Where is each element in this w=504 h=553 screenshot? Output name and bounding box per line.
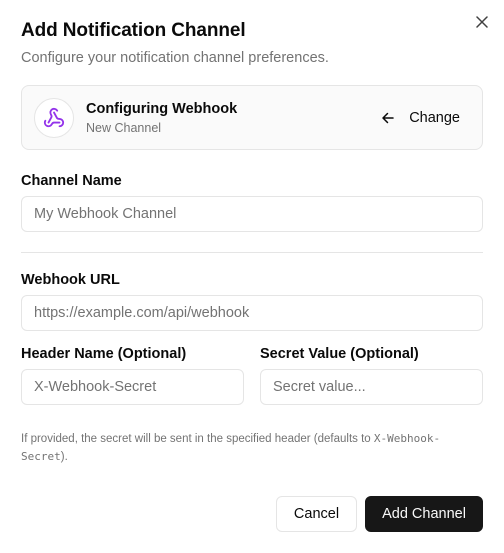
webhook-url-input[interactable] xyxy=(21,295,483,331)
help-text-prefix: If provided, the secret will be sent in … xyxy=(21,433,374,445)
close-button[interactable] xyxy=(472,12,492,32)
secret-value-label: Secret Value (Optional) xyxy=(260,346,419,362)
channel-type-icon-wrapper xyxy=(34,98,74,138)
add-notification-channel-dialog: Add Notification Channel Configure your … xyxy=(0,0,504,553)
add-channel-button[interactable]: Add Channel xyxy=(365,496,483,532)
arrow-left-icon xyxy=(382,112,394,124)
channel-type-subtitle: New Channel xyxy=(86,121,162,135)
help-text-suffix: ). xyxy=(60,451,68,463)
secret-help-text: If provided, the secret will be sent in … xyxy=(21,430,483,466)
channel-type-title: Configuring Webhook xyxy=(86,101,238,117)
header-name-input[interactable] xyxy=(21,369,244,405)
dialog-title: Add Notification Channel xyxy=(21,20,246,41)
channel-name-input[interactable] xyxy=(21,196,483,232)
cancel-button[interactable]: Cancel xyxy=(276,496,357,532)
webhook-icon xyxy=(43,107,65,128)
selected-channel-type-card: Configuring Webhook New Channel Change xyxy=(21,85,483,150)
header-name-label: Header Name (Optional) xyxy=(21,346,187,362)
secret-value-input[interactable] xyxy=(260,369,483,405)
webhook-url-label: Webhook URL xyxy=(21,272,120,288)
close-icon xyxy=(476,16,488,28)
change-channel-type-button[interactable]: Change xyxy=(371,102,470,134)
dialog-description: Configure your notification channel pref… xyxy=(21,50,329,66)
section-divider xyxy=(21,252,483,253)
channel-name-label: Channel Name xyxy=(21,173,122,189)
change-button-label: Change xyxy=(409,110,460,126)
